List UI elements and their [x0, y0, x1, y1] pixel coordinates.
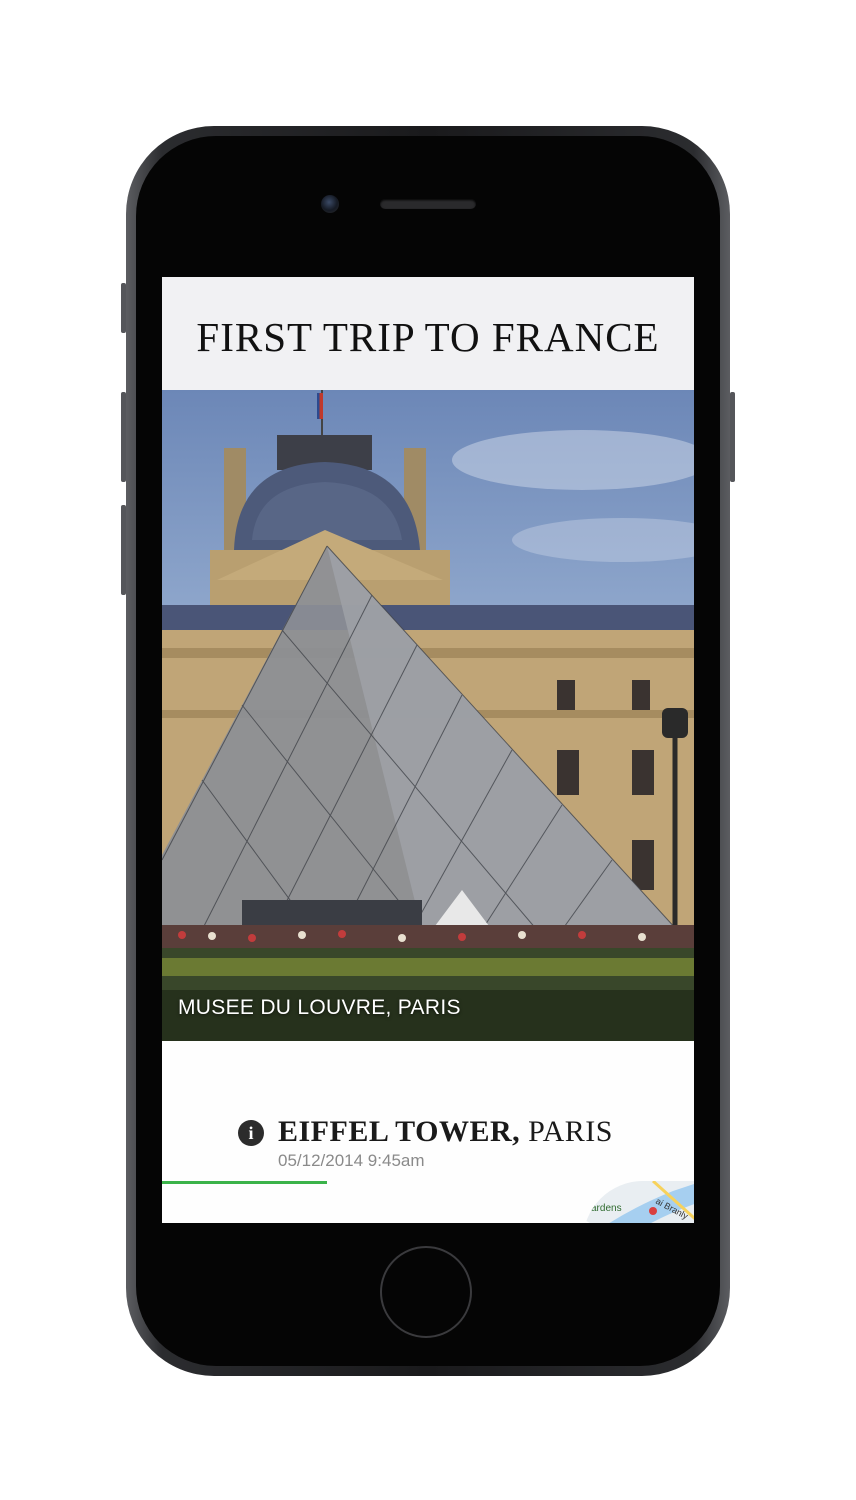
entry-title: EIFFEL TOWER, PARIS	[278, 1115, 613, 1149]
entry-card[interactable]: i EIFFEL TOWER, PARIS 05/12/2014 9:45am …	[162, 1041, 694, 1223]
mute-switch	[121, 283, 126, 333]
louvre-photo-illustration	[162, 390, 694, 1041]
progress-fill	[162, 1181, 327, 1184]
hero-photo[interactable]: MUSEE DU LOUVRE, PARIS	[162, 390, 694, 1041]
power-button	[730, 392, 735, 482]
entry-timestamp: 05/12/2014 9:45am	[278, 1151, 425, 1170]
info-icon[interactable]: i	[238, 1120, 264, 1146]
entry-title-main: EIFFEL TOWER,	[278, 1115, 521, 1148]
volume-down-button	[121, 505, 126, 595]
entry-title-city: PARIS	[528, 1115, 613, 1148]
app-screen: FIRST TRIP TO FRANCE MUSEE DU LOUVRE, PA…	[162, 277, 694, 1223]
earpiece-speaker	[380, 199, 476, 209]
map-thumbnail[interactable]: ardens ai Branly	[583, 1181, 694, 1223]
home-button[interactable]	[380, 1246, 472, 1338]
front-camera	[321, 195, 339, 213]
map-illustration: ardens ai Branly	[583, 1181, 694, 1223]
map-label-gardens: ardens	[591, 1203, 622, 1214]
trip-header: FIRST TRIP TO FRANCE	[162, 277, 694, 390]
volume-up-button	[121, 392, 126, 482]
photo-caption: MUSEE DU LOUVRE, PARIS	[178, 996, 461, 1019]
progress-bar	[162, 1181, 694, 1184]
trip-title: FIRST TRIP TO FRANCE	[196, 314, 660, 360]
